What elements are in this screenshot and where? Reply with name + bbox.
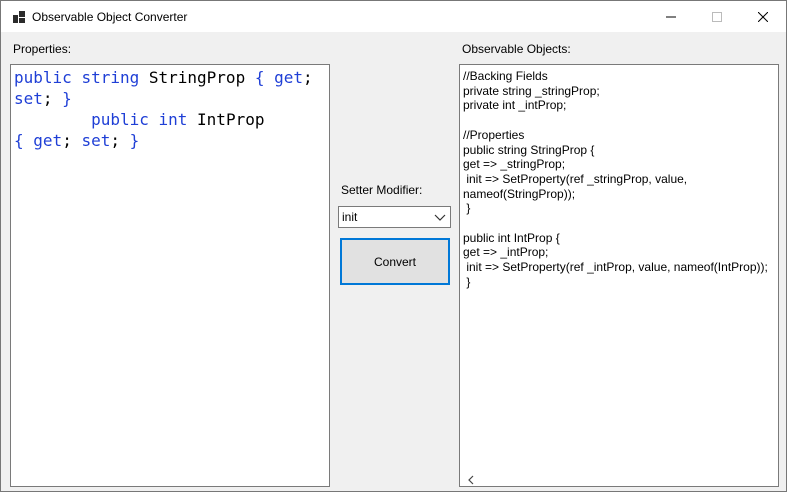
close-button[interactable]	[740, 1, 786, 32]
scroll-left-icon[interactable]	[467, 475, 475, 485]
observable-objects-text: //Backing Fields private string _stringP…	[463, 69, 768, 289]
code-keyword: }	[62, 89, 72, 108]
code-text: ;	[110, 131, 130, 150]
code-keyword: {	[14, 131, 24, 150]
convert-button[interactable]: Convert	[340, 238, 450, 285]
code-keyword: public	[91, 110, 149, 129]
properties-code[interactable]: public string StringProp { get; set; } p…	[11, 65, 329, 153]
code-text: ;	[42, 89, 63, 108]
code-keyword: get	[33, 131, 63, 150]
setter-modifier-value: init	[342, 210, 358, 224]
code-text: StringProp	[139, 68, 255, 87]
minimize-icon	[666, 16, 676, 17]
code-keyword: set	[81, 131, 111, 150]
code-keyword: set	[14, 89, 43, 108]
observable-objects-label: Observable Objects:	[462, 42, 571, 56]
code-keyword: string	[81, 68, 140, 87]
code-text: ;	[303, 68, 313, 87]
observable-objects-output[interactable]: //Backing Fields private string _stringP…	[459, 64, 779, 487]
app-icon	[13, 11, 25, 23]
close-icon	[758, 11, 768, 22]
code-keyword: get	[274, 68, 304, 87]
code-text: IntProp	[187, 110, 265, 129]
title-bar[interactable]: Observable Object Converter	[1, 1, 786, 32]
maximize-button[interactable]	[694, 1, 740, 32]
window-title: Observable Object Converter	[32, 10, 188, 24]
maximize-icon	[712, 11, 722, 22]
properties-input[interactable]: public string StringProp { get; set; } p…	[10, 64, 330, 487]
setter-modifier-label: Setter Modifier:	[341, 183, 423, 197]
minimize-button[interactable]	[648, 1, 694, 32]
setter-modifier-select[interactable]: init	[338, 206, 451, 228]
code-keyword: }	[129, 131, 140, 150]
code-keyword: public	[14, 68, 72, 87]
app-window: Observable Object Converter Properties: …	[0, 0, 787, 492]
properties-label: Properties:	[13, 42, 72, 56]
code-keyword: int	[158, 110, 188, 129]
code-text: ;	[62, 131, 82, 150]
chevron-down-icon	[434, 214, 446, 221]
